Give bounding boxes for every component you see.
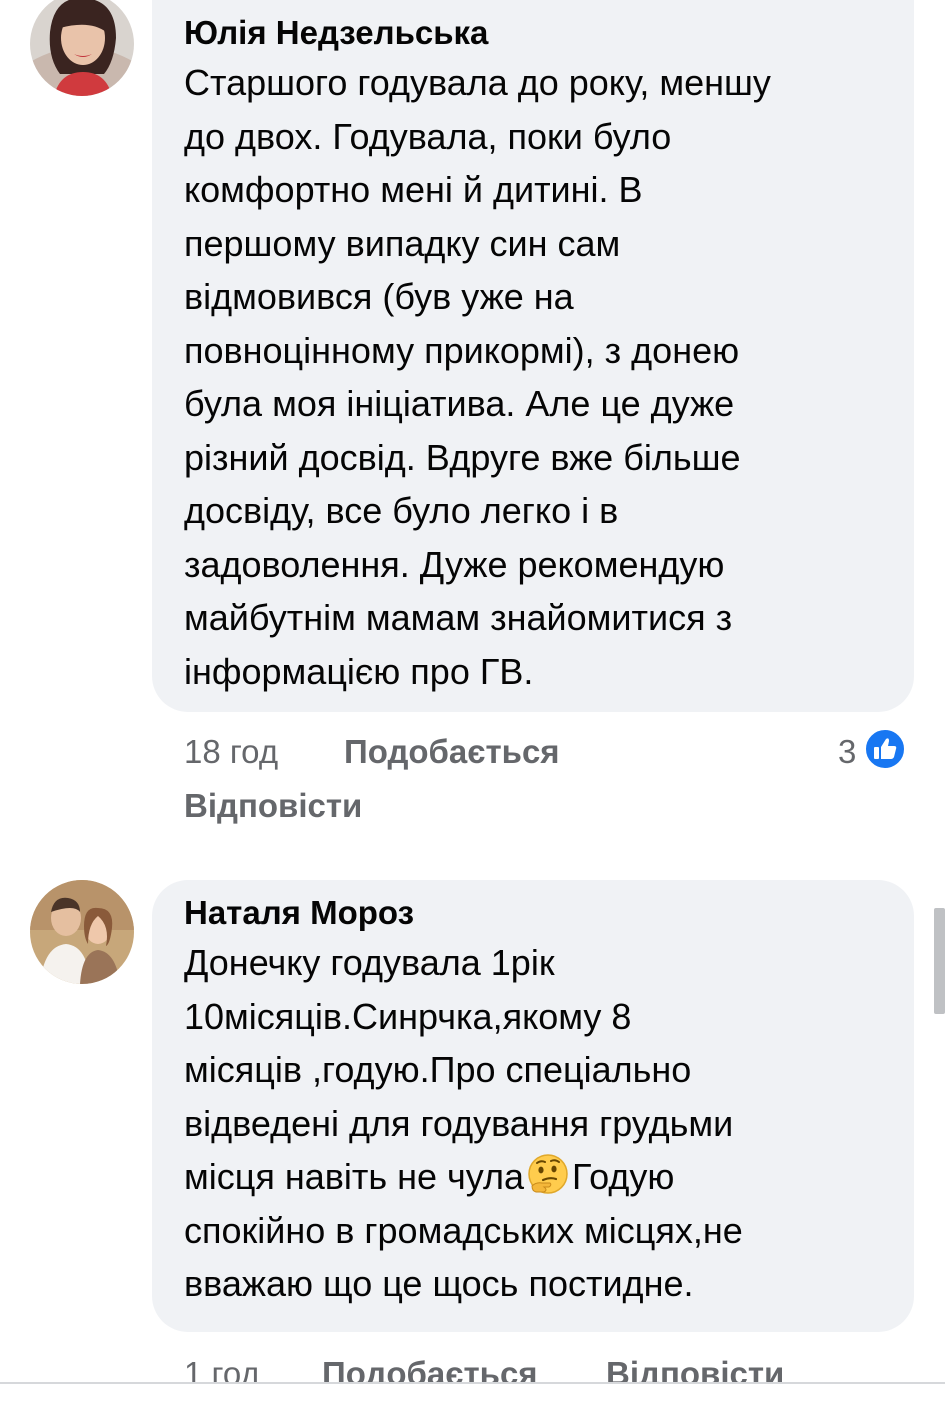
bottom-divider [0,1382,945,1406]
comment-bubble: Юлія Недзельська Старшого годувала до ро… [152,0,914,712]
thinking-face-icon [526,1152,570,1196]
comment-line: спокійно в громадських місцях,не [184,1209,743,1251]
comment-line: комфортно мені й дитині. В [184,169,643,210]
comment-timestamp[interactable]: 18 год [184,732,278,772]
comment-line: відведені для годування грудьми [184,1102,734,1144]
comment-line: повноцінному прикормі), з донею [184,329,740,371]
comment-line: досвіду, все було легко і в [184,490,619,531]
like-icon [864,728,907,775]
comment-author[interactable]: Наталя Мороз [184,892,882,934]
reply-link[interactable]: Відповісти [184,786,362,826]
comment-line: Старшого годувала до року, меншу [184,62,771,103]
comment-line-part: місця навіть не чула [184,1156,525,1197]
comment-author[interactable]: Юлія Недзельська [184,12,882,54]
reaction-summary[interactable]: 3 [838,728,907,775]
avatar[interactable] [30,0,134,96]
comment-text: Донечку годувала 1рік 10місяців.Синрчка,… [184,936,882,1311]
comment-line: вважаю що це щось постидне. [184,1263,694,1304]
comment-line: була моя ініціатива. Але це дуже [184,383,735,424]
comment-line: задоволення. Дуже рекомендую [184,543,725,585]
like-link[interactable]: Подобається [344,732,560,772]
comment-text: Старшого годувала до року, меншу до двох… [184,56,882,698]
avatar[interactable] [30,880,134,984]
comment-line: інформацією про ГВ. [184,650,534,692]
comment-line: Донечку годувала 1рік [184,942,555,983]
comment-line: місяців ,годую.Про спеціально [184,1049,692,1090]
comment-bubble: Наталя Мороз Донечку годувала 1рік 10міс… [152,880,914,1332]
comment-line: різний досвід. Вдруге вже більше [184,436,741,478]
comment-line: відмовився (був уже на [184,276,574,317]
scrollbar[interactable] [934,908,945,1014]
comment-line: майбутнім мамам знайомитися з [184,597,733,638]
comment-line: до двох. Годувала, поки було [184,115,672,157]
reaction-count: 3 [838,732,857,770]
comment-line: першому випадку син сам [184,222,621,264]
comment-line-part: Годую [572,1156,675,1197]
comment-line: 10місяців.Синрчка,якому 8 [184,995,632,1037]
comment-line: місця навіть не чула Годую [184,1150,882,1204]
